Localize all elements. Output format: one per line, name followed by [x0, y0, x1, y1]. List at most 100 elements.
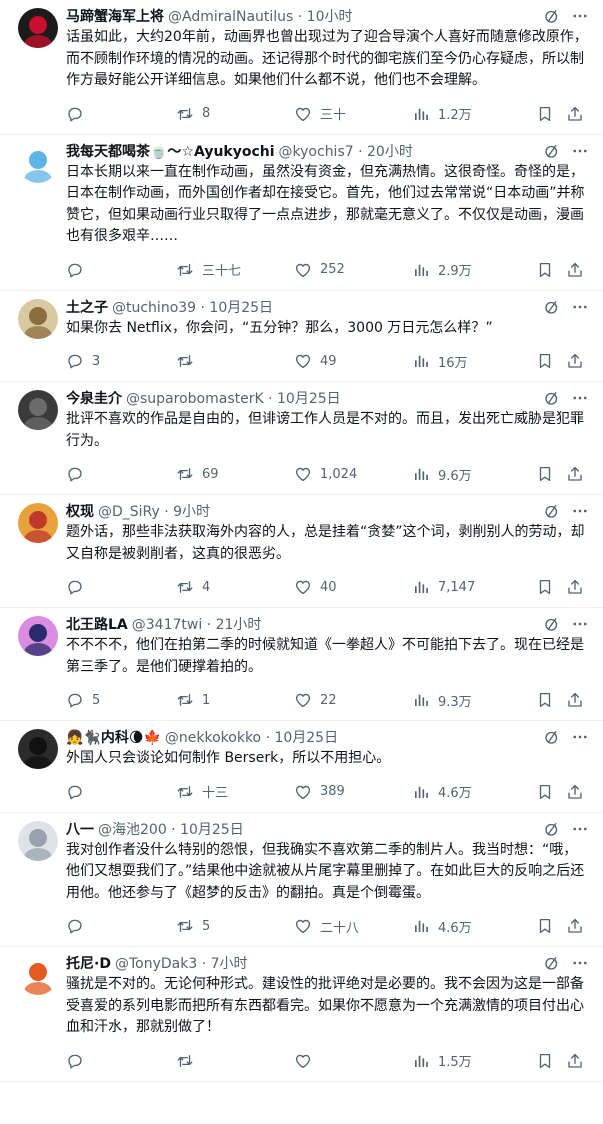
- tweet[interactable]: 北王路LA @3417twi · 21小时 不不不不，他们在拍第二季的时候就知道…: [0, 608, 603, 721]
- views-button[interactable]: 9.6万: [412, 465, 536, 484]
- like-button[interactable]: 22: [294, 691, 412, 709]
- display-name[interactable]: 权现: [66, 501, 94, 521]
- like-button[interactable]: 三十: [294, 104, 412, 123]
- like-button[interactable]: [294, 1052, 412, 1070]
- views-button[interactable]: 9.3万: [412, 691, 536, 710]
- retweet-button[interactable]: [176, 352, 294, 370]
- avatar[interactable]: [18, 298, 58, 339]
- tweet[interactable]: 马蹄蟹海军上将 @AdmiralNautilus · 10小时 话虽如此，大约2…: [0, 0, 603, 135]
- reply-button[interactable]: [66, 465, 176, 483]
- bookmark-button[interactable]: [536, 352, 566, 370]
- share-button[interactable]: [566, 783, 588, 801]
- reply-button[interactable]: [66, 261, 176, 279]
- retweet-button[interactable]: 4: [176, 578, 294, 596]
- reply-button[interactable]: 5: [66, 691, 176, 709]
- more-options-icon[interactable]: [571, 615, 589, 633]
- reply-button[interactable]: [66, 1052, 176, 1070]
- avatar[interactable]: [18, 390, 58, 430]
- more-options-icon[interactable]: [571, 502, 589, 520]
- grok-icon[interactable]: [543, 615, 561, 633]
- avatar[interactable]: [18, 729, 58, 769]
- more-options-icon[interactable]: [571, 142, 589, 160]
- bookmark-button[interactable]: [536, 578, 566, 596]
- share-button[interactable]: [566, 261, 588, 279]
- avatar[interactable]: [18, 820, 58, 861]
- views-button[interactable]: 16万: [412, 352, 536, 371]
- display-name[interactable]: 土之子: [66, 297, 108, 317]
- tweet[interactable]: 权现 @D_SiRy · 9小时 题外话，那些非法获取海外内容的人，总是挂着“贪…: [0, 495, 603, 608]
- views-button[interactable]: 1.5万: [412, 1051, 536, 1070]
- retweet-button[interactable]: 十三: [176, 782, 294, 801]
- avatar[interactable]: [18, 616, 58, 656]
- display-name[interactable]: 托尼·D: [66, 953, 111, 973]
- retweet-button[interactable]: 1: [176, 691, 294, 709]
- avatar[interactable]: [18, 142, 58, 183]
- grok-icon[interactable]: [543, 502, 561, 520]
- handle-and-time[interactable]: @D_SiRy · 9小时: [98, 501, 210, 521]
- avatar[interactable]: [18, 8, 58, 48]
- handle-and-time[interactable]: @TonyDak3 · 7小时: [115, 953, 248, 973]
- bookmark-button[interactable]: [536, 917, 566, 935]
- like-button[interactable]: 389: [294, 783, 412, 801]
- views-button[interactable]: 4.6万: [412, 782, 536, 801]
- like-button[interactable]: 40: [294, 578, 412, 596]
- handle-and-time[interactable]: @nekkokokko · 10月25日: [165, 727, 338, 747]
- bookmark-button[interactable]: [536, 783, 566, 801]
- handle-and-time[interactable]: @海池200 · 10月25日: [98, 819, 244, 839]
- more-options-icon[interactable]: [571, 820, 589, 838]
- retweet-button[interactable]: [176, 1052, 294, 1070]
- display-name[interactable]: 八一: [66, 819, 94, 839]
- more-options-icon[interactable]: [571, 298, 589, 316]
- avatar[interactable]: [18, 955, 58, 995]
- grok-icon[interactable]: [543, 728, 561, 746]
- share-button[interactable]: [566, 352, 588, 370]
- tweet[interactable]: 我每天都喝茶🍵〜☆Ayukyochi @kyochis7 · 20小时 日本长期…: [0, 135, 603, 291]
- share-button[interactable]: [566, 578, 588, 596]
- bookmark-button[interactable]: [536, 1052, 566, 1070]
- like-button[interactable]: 二十八: [294, 917, 412, 936]
- reply-button[interactable]: [66, 105, 176, 123]
- reply-button[interactable]: [66, 917, 176, 935]
- more-options-icon[interactable]: [571, 7, 589, 25]
- views-button[interactable]: 7,147: [412, 578, 536, 596]
- like-button[interactable]: 49: [294, 352, 412, 370]
- more-options-icon[interactable]: [571, 728, 589, 746]
- grok-icon[interactable]: [543, 7, 561, 25]
- retweet-button[interactable]: 8: [176, 105, 294, 123]
- share-button[interactable]: [566, 691, 588, 709]
- share-button[interactable]: [566, 917, 588, 935]
- share-button[interactable]: [566, 1052, 588, 1070]
- bookmark-button[interactable]: [536, 105, 566, 123]
- more-options-icon[interactable]: [571, 389, 589, 407]
- grok-icon[interactable]: [543, 954, 561, 972]
- views-button[interactable]: 4.6万: [412, 917, 536, 936]
- share-button[interactable]: [566, 465, 588, 483]
- display-name[interactable]: 今泉圭介: [66, 388, 122, 408]
- reply-button[interactable]: [66, 783, 176, 801]
- retweet-button[interactable]: 5: [176, 917, 294, 935]
- tweet[interactable]: 托尼·D @TonyDak3 · 7小时 骚扰是不对的。无论何种形式。建设性的批…: [0, 947, 603, 1082]
- retweet-button[interactable]: 69: [176, 465, 294, 483]
- grok-icon[interactable]: [543, 142, 561, 160]
- reply-button[interactable]: 3: [66, 352, 176, 370]
- avatar[interactable]: [18, 503, 58, 543]
- bookmark-button[interactable]: [536, 261, 566, 279]
- display-name[interactable]: 👧🐈‍⬛内科🌘🍁: [66, 727, 161, 747]
- share-button[interactable]: [566, 105, 588, 123]
- display-name[interactable]: 北王路LA: [66, 614, 128, 634]
- tweet[interactable]: 八一 @海池200 · 10月25日 我对创作者没什么特别的怨恨，但我确实不喜欢…: [0, 813, 603, 947]
- handle-and-time[interactable]: @suparobomasterK · 10月25日: [126, 388, 341, 408]
- grok-icon[interactable]: [543, 820, 561, 838]
- display-name[interactable]: 马蹄蟹海军上将: [66, 6, 164, 26]
- grok-icon[interactable]: [543, 298, 561, 316]
- handle-and-time[interactable]: @kyochis7 · 20小时: [279, 141, 413, 161]
- retweet-button[interactable]: 三十七: [176, 260, 294, 279]
- handle-and-time[interactable]: @AdmiralNautilus · 10小时: [168, 6, 353, 26]
- more-options-icon[interactable]: [571, 954, 589, 972]
- views-button[interactable]: 1.2万: [412, 104, 536, 123]
- tweet[interactable]: 土之子 @tuchino39 · 10月25日 如果你去 Netflix，你会问…: [0, 291, 603, 382]
- bookmark-button[interactable]: [536, 465, 566, 483]
- handle-and-time[interactable]: @3417twi · 21小时: [132, 614, 262, 634]
- tweet[interactable]: 👧🐈‍⬛内科🌘🍁 @nekkokokko · 10月25日 外国人只会谈论如何制…: [0, 721, 603, 813]
- tweet[interactable]: 今泉圭介 @suparobomasterK · 10月25日 批评不喜欢的作品是…: [0, 382, 603, 495]
